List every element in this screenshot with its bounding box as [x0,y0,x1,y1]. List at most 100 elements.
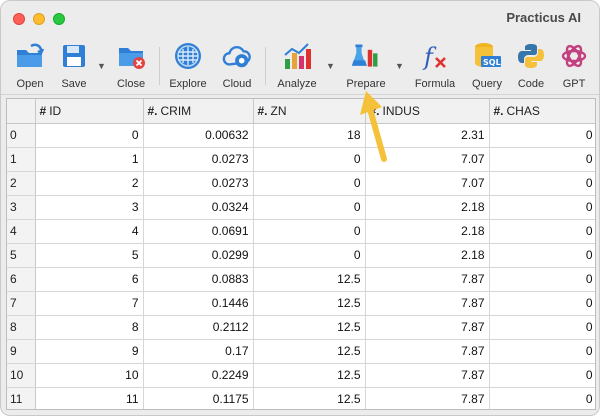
table-cell[interactable]: 0.0691 [143,219,254,244]
table-cell[interactable]: 7.87 [365,363,490,388]
table-cell[interactable]: 6 [35,267,144,292]
table-cell[interactable]: 0.1446 [143,291,254,316]
table-cell[interactable]: 0.0273 [143,171,254,196]
save-button[interactable]: Save [57,41,91,93]
table-cell[interactable]: 7 [35,291,144,316]
table-cell[interactable]: 9 [35,339,144,364]
gpt-button[interactable]: GPT [557,41,591,93]
table-row[interactable]: 5 5 0.0299 0 2.18 0 [7,243,595,268]
zoom-window-button[interactable] [53,13,65,25]
table-cell[interactable]: 2 [35,171,144,196]
table-cell[interactable]: 7.07 [365,171,490,196]
table-cell[interactable]: 0.17 [143,339,254,364]
analyze-dropdown-caret-icon[interactable]: ▼ [326,61,335,71]
table-cell[interactable]: 2.31 [365,123,490,148]
prepare-button[interactable]: Prepare [341,41,391,93]
table-cell[interactable]: 2.18 [365,195,490,220]
table-cell[interactable]: 0 [253,243,366,268]
cloud-button[interactable]: Cloud [217,41,257,93]
column-header-crim[interactable]: #. CRIM [143,99,254,124]
table-cell[interactable]: 0 [35,123,144,148]
close-button[interactable]: Close [112,41,150,93]
table-cell[interactable]: 0 [489,315,595,340]
column-header-zn[interactable]: #. ZN [253,99,366,124]
table-cell[interactable]: 4 [35,219,144,244]
table-cell[interactable]: 0 [489,123,595,148]
analyze-button[interactable]: Analyze [275,41,319,93]
column-header-indus[interactable]: #. INDUS [365,99,490,124]
table-row[interactable]: 11 11 0.1175 12.5 7.87 0 [7,387,595,409]
table-cell[interactable]: 0.0273 [143,147,254,172]
table-cell[interactable]: 11 [35,387,144,409]
table-cell[interactable]: 0.0324 [143,195,254,220]
table-cell[interactable]: 0 [489,363,595,388]
table-cell[interactable]: 3 [35,195,144,220]
table-row[interactable]: 7 7 0.1446 12.5 7.87 0 [7,291,595,316]
table-cell[interactable]: 12.5 [253,315,366,340]
table-cell[interactable]: 0 [253,171,366,196]
table-cell[interactable]: 18 [253,123,366,148]
row-index: 11 [7,387,36,409]
code-button[interactable]: Code [513,41,549,93]
table-cell[interactable]: 0 [253,219,366,244]
query-button[interactable]: SQL Query [467,41,507,93]
explore-button[interactable]: Explore [165,41,211,93]
table-cell[interactable]: 0 [253,195,366,220]
table-row[interactable]: 10 10 0.2249 12.5 7.87 0 [7,363,595,388]
table-cell[interactable]: 10 [35,363,144,388]
table-row[interactable]: 8 8 0.2112 12.5 7.87 0 [7,315,595,340]
table-cell[interactable]: 0.2249 [143,363,254,388]
table-row[interactable]: 2 2 0.0273 0 7.07 0 [7,171,595,196]
prepare-dropdown-caret-icon[interactable]: ▼ [395,61,404,71]
table-row[interactable]: 3 3 0.0324 0 2.18 0 [7,195,595,220]
table-cell[interactable]: 0 [489,147,595,172]
table-cell[interactable]: 12.5 [253,339,366,364]
table-cell[interactable]: 12.5 [253,363,366,388]
open-button[interactable]: Open [11,41,49,93]
row-index: 1 [7,147,36,172]
table-cell[interactable]: 0 [253,147,366,172]
explore-globe-icon [173,41,203,71]
table-cell[interactable]: 0.0883 [143,267,254,292]
save-dropdown-caret-icon[interactable]: ▼ [97,61,106,71]
table-cell[interactable]: 8 [35,315,144,340]
table-cell[interactable]: 7.87 [365,315,490,340]
table-cell[interactable]: 0 [489,267,595,292]
data-grid[interactable]: # ID #. CRIM #. ZN #. INDUS #. CHAS 0 0 0.00632… [6,98,596,410]
table-cell[interactable]: 0 [489,291,595,316]
table-cell[interactable]: 0 [489,243,595,268]
table-cell[interactable]: 7.87 [365,387,490,409]
row-index-header [7,99,36,124]
table-cell[interactable]: 12.5 [253,291,366,316]
table-cell[interactable]: 0 [489,339,595,364]
table-cell[interactable]: 12.5 [253,387,366,409]
table-cell[interactable]: 7.87 [365,291,490,316]
table-cell[interactable]: 0 [489,195,595,220]
table-cell[interactable]: 0 [489,171,595,196]
python-code-icon [516,41,546,71]
table-cell[interactable]: 0.1175 [143,387,254,409]
table-cell[interactable]: 7.87 [365,267,490,292]
table-cell[interactable]: 7.87 [365,339,490,364]
table-cell[interactable]: 0.2112 [143,315,254,340]
table-cell[interactable]: 2.18 [365,243,490,268]
column-header-chas[interactable]: #. CHAS [489,99,595,124]
table-row[interactable]: 1 1 0.0273 0 7.07 0 [7,147,595,172]
table-cell[interactable]: 1 [35,147,144,172]
table-cell[interactable]: 7.07 [365,147,490,172]
table-row[interactable]: 0 0 0.00632 18 2.31 0 [7,123,595,148]
table-row[interactable]: 6 6 0.0883 12.5 7.87 0 [7,267,595,292]
close-window-button[interactable] [13,13,25,25]
table-cell[interactable]: 5 [35,243,144,268]
table-cell[interactable]: 2.18 [365,219,490,244]
table-cell[interactable]: 0 [489,219,595,244]
table-row[interactable]: 4 4 0.0691 0 2.18 0 [7,219,595,244]
minimize-window-button[interactable] [33,13,45,25]
table-cell[interactable]: 12.5 [253,267,366,292]
table-cell[interactable]: 0.0299 [143,243,254,268]
table-row[interactable]: 9 9 0.17 12.5 7.87 0 [7,339,595,364]
table-cell[interactable]: 0 [489,387,595,409]
formula-button[interactable]: f Formula [411,41,459,93]
table-cell[interactable]: 0.00632 [143,123,254,148]
column-header-id[interactable]: # ID [35,99,144,124]
